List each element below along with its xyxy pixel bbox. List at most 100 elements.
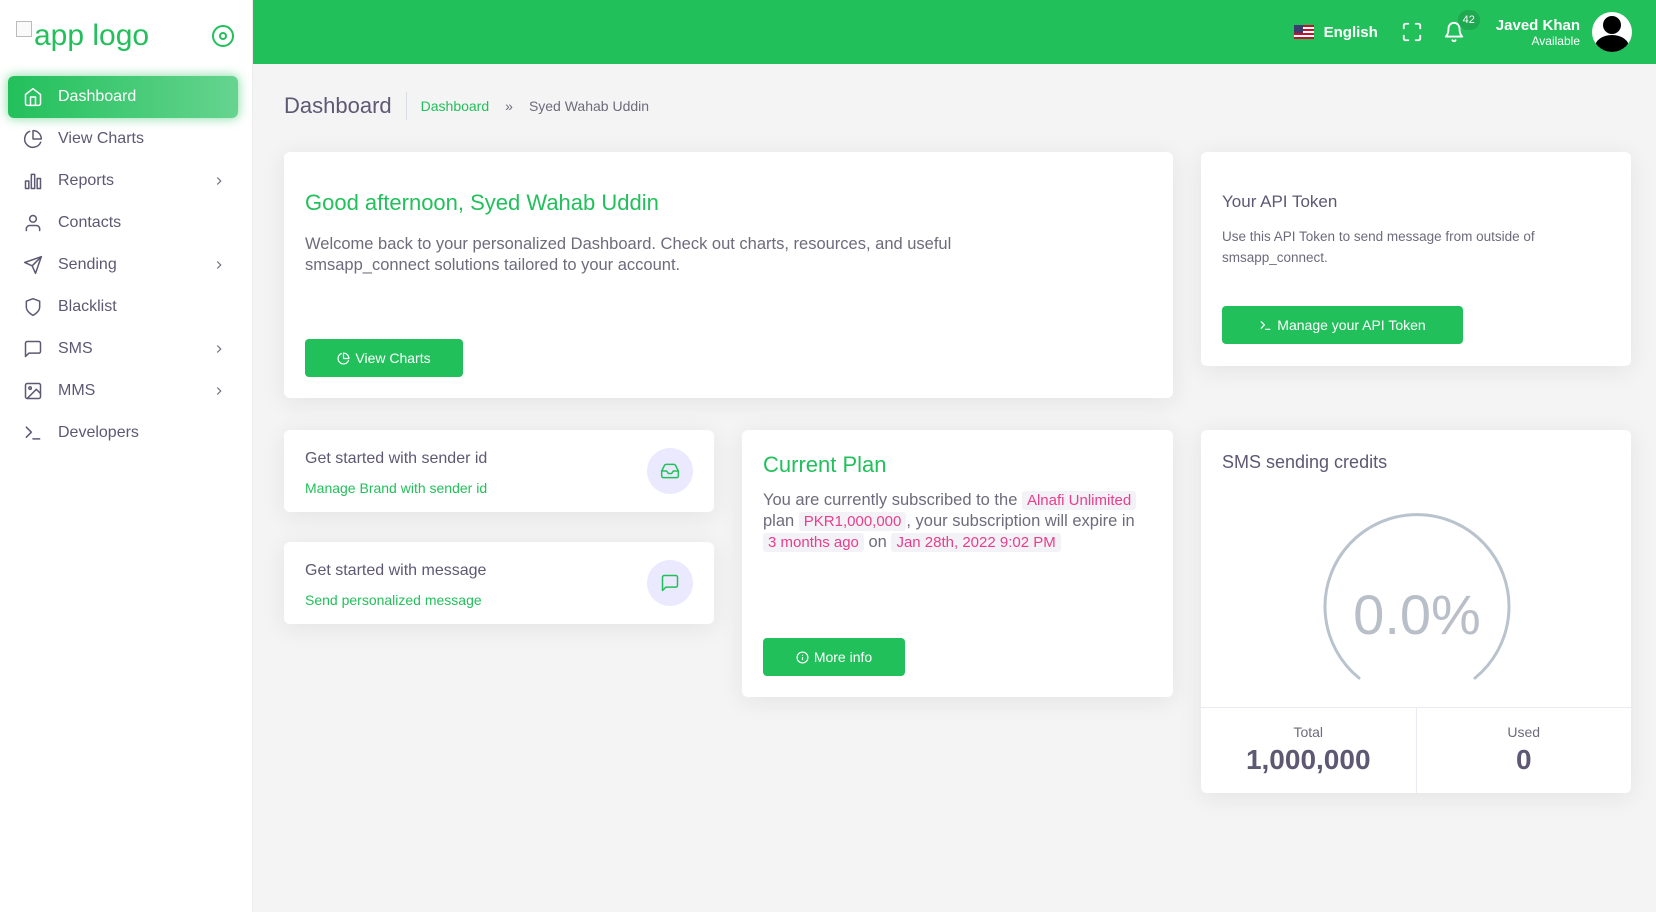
pie-chart-icon	[22, 128, 44, 150]
chevron-right-icon	[212, 174, 226, 188]
view-charts-button[interactable]: View Charts	[305, 339, 463, 377]
disc-icon	[219, 32, 227, 40]
welcome-card: Good afternoon, Syed Wahab Uddin Welcome…	[284, 152, 1173, 398]
credits-used: Used 0	[1415, 708, 1632, 793]
greeting-heading: Good afternoon, Syed Wahab Uddin	[305, 190, 659, 215]
plan-text-4: on	[868, 533, 887, 551]
plan-name: Alnafi Unlimited	[1021, 491, 1137, 510]
user-status: Available	[1531, 33, 1580, 48]
shield-icon	[22, 296, 44, 318]
credits-total-value: 1,000,000	[1245, 744, 1371, 775]
user-menu[interactable]: Javed Khan Available	[1496, 12, 1632, 52]
send-icon	[22, 254, 44, 276]
plan-expiry-relative: 3 months ago	[763, 533, 864, 552]
message-square-icon	[647, 560, 693, 606]
avatar	[1592, 12, 1632, 52]
sidebar-item-label: View Charts	[58, 130, 144, 147]
sms-credits-title: SMS sending credits	[1222, 452, 1388, 472]
credits-used-value: 0	[1515, 744, 1532, 775]
broken-image-icon	[16, 21, 32, 37]
image-icon	[22, 380, 44, 402]
more-info-label: More info	[813, 649, 873, 665]
manage-brand-link[interactable]: Manage Brand with sender id	[305, 480, 693, 496]
message-square-icon	[22, 338, 44, 360]
api-token-title: Your API Token	[1222, 192, 1338, 211]
sidebar-item-blacklist[interactable]: Blacklist	[8, 286, 238, 328]
sms-credits-card: SMS sending credits 0.0% Total 1,000,000…	[1201, 430, 1631, 793]
language-label: English	[1323, 23, 1378, 41]
plan-text-2: plan	[763, 512, 795, 530]
sidebar-item-label: SMS	[58, 340, 93, 357]
sidebar-item-contacts[interactable]: Contacts	[8, 202, 238, 244]
sidebar-nav: Dashboard View Charts Reports Contacts S…	[0, 72, 252, 454]
sidebar-item-label: MMS	[58, 382, 96, 399]
credits-total-label: Total	[1293, 724, 1324, 740]
plan-expiry-date: Jan 28th, 2022 9:02 PM	[891, 533, 1061, 552]
chevron-right-icon	[212, 384, 226, 398]
manage-api-token-button[interactable]: Manage your API Token	[1222, 306, 1463, 344]
breadcrumb: Dashboard » Syed Wahab Uddin	[421, 98, 649, 114]
api-token-text: Use this API Token to send message from …	[1222, 229, 1535, 265]
sender-id-title: Get started with sender id	[305, 450, 488, 467]
sidebar-item-label: Sending	[58, 256, 117, 273]
plan-description: You are currently subscribed to the Alna…	[763, 490, 1143, 553]
sidebar-item-reports[interactable]: Reports	[8, 160, 238, 202]
bar-chart-icon	[22, 170, 44, 192]
sidebar-item-developers[interactable]: Developers	[8, 412, 238, 454]
brand-bar: app logo	[0, 0, 252, 72]
message-card: Get started with message Send personaliz…	[284, 542, 714, 624]
more-info-button[interactable]: More info	[763, 638, 905, 676]
sidebar-item-label: Contacts	[58, 214, 122, 231]
credits-total: Total 1,000,000	[1201, 708, 1416, 793]
breadcrumb-link-dashboard[interactable]: Dashboard	[421, 98, 490, 114]
app-logo[interactable]: app logo	[16, 19, 149, 53]
send-message-link[interactable]: Send personalized message	[305, 592, 693, 608]
terminal-icon	[1260, 320, 1271, 330]
language-dropdown[interactable]: English	[1293, 23, 1378, 41]
fullscreen-button[interactable]	[1400, 20, 1424, 44]
sidebar-item-label: Reports	[58, 172, 115, 189]
plan-price: PKR1,000,000	[798, 512, 907, 531]
inbox-icon	[647, 448, 693, 494]
sidebar-collapse-toggle[interactable]	[212, 25, 234, 47]
content-header: Dashboard Dashboard » Syed Wahab Uddin	[284, 92, 649, 120]
sidebar: app logo Dashboard View Charts Reports C…	[0, 0, 253, 912]
api-token-card: Your API Token Use this API Token to sen…	[1201, 152, 1631, 366]
sidebar-item-label: Blacklist	[58, 298, 117, 315]
topbar: English 42 Javed Khan Available	[253, 0, 1656, 64]
breadcrumb-separator: »	[505, 98, 513, 114]
sidebar-item-sms[interactable]: SMS	[8, 328, 238, 370]
breadcrumb-current: Syed Wahab Uddin	[528, 98, 650, 114]
info-icon	[796, 650, 809, 664]
sender-id-card: Get started with sender id Manage Brand …	[284, 430, 714, 512]
sidebar-item-label: Dashboard	[58, 88, 137, 105]
home-icon	[22, 86, 44, 108]
message-title: Get started with message	[305, 562, 487, 579]
notifications-button[interactable]: 42	[1442, 10, 1480, 44]
current-plan-card: Current Plan You are currently subscribe…	[742, 430, 1173, 697]
plan-text-3: , your subscription will expire in	[906, 512, 1135, 530]
sidebar-item-mms[interactable]: MMS	[8, 370, 238, 412]
plan-text-1: You are currently subscribed to the	[763, 491, 1018, 509]
terminal-icon	[22, 422, 44, 444]
app-logo-alt-text: app logo	[34, 19, 150, 52]
user-icon	[22, 212, 44, 234]
sidebar-item-dashboard[interactable]: Dashboard	[8, 76, 238, 118]
credits-gauge: 0.0%	[1307, 510, 1527, 710]
credits-summary: Total 1,000,000 Used 0	[1201, 707, 1631, 793]
sidebar-item-view-charts[interactable]: View Charts	[8, 118, 238, 160]
manage-api-token-label: Manage your API Token	[1277, 317, 1426, 333]
sidebar-item-sending[interactable]: Sending	[8, 244, 238, 286]
pie-chart-icon	[337, 351, 350, 364]
welcome-text: Welcome back to your personalized Dashbo…	[305, 235, 952, 274]
user-name: Javed Khan	[1495, 16, 1580, 34]
user-info: Javed Khan Available	[1496, 17, 1580, 48]
page-title: Dashboard	[284, 92, 407, 120]
maximize-icon	[1402, 22, 1421, 42]
view-charts-button-label: View Charts	[355, 350, 431, 366]
chevron-right-icon	[212, 342, 226, 356]
us-flag-icon	[1293, 25, 1314, 39]
credits-used-label: Used	[1507, 724, 1541, 740]
gauge-percent: 0.0%	[1353, 583, 1481, 646]
sidebar-item-label: Developers	[58, 424, 139, 441]
